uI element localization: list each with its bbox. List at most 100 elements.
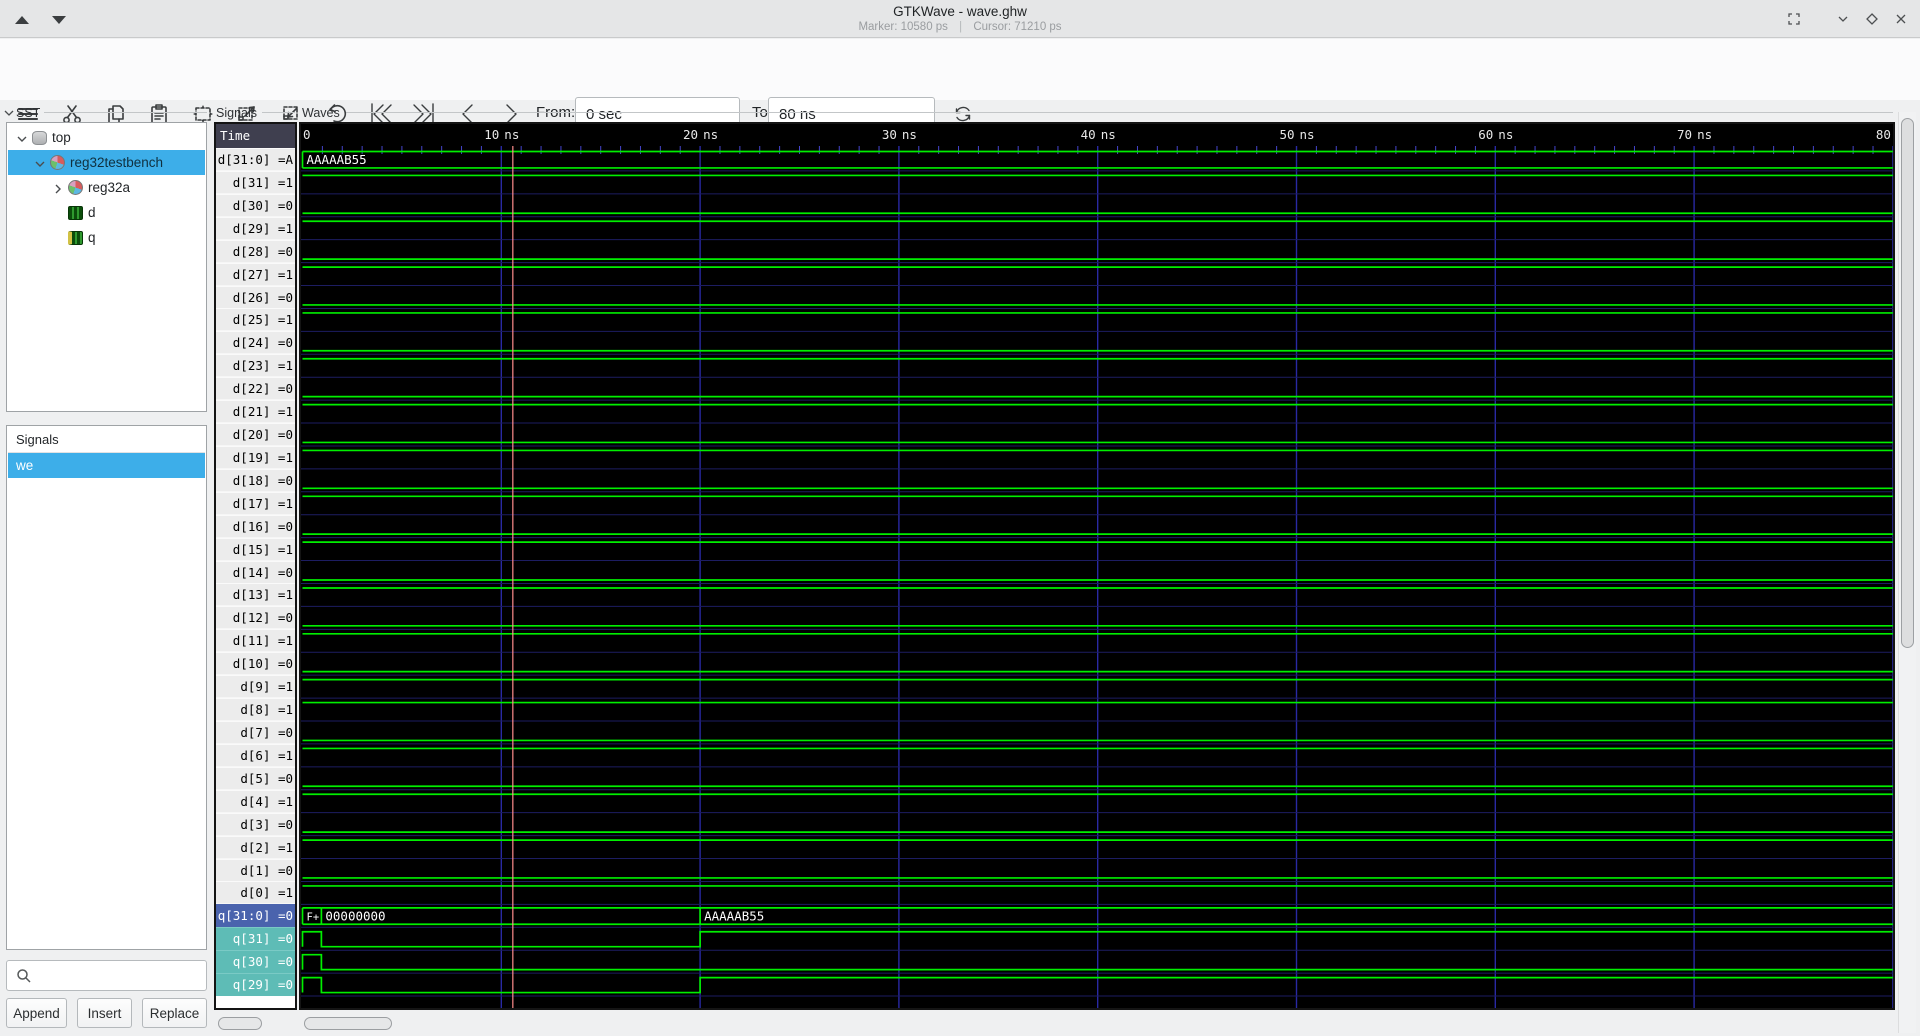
expander-spacer (52, 232, 64, 244)
tree-item-top[interactable]: top (8, 125, 205, 150)
signal-label-row-d[19][interactable]: d[19] =1 (216, 445, 295, 469)
signal-list-item-we[interactable]: we (8, 453, 205, 478)
gtkwave-window: { "window": { "title": "GTKWave - wave.g… (0, 0, 1920, 1036)
tree-item-label: d (88, 205, 96, 220)
expander-right-icon[interactable] (52, 182, 64, 194)
signal-label-row-d[9][interactable]: d[9] =1 (216, 675, 295, 699)
sst-frame-label: SST (16, 106, 41, 120)
keep-above-button[interactable] (1785, 10, 1803, 28)
signal-label-row-d[13][interactable]: d[13] =1 (216, 583, 295, 607)
cylinder-icon (32, 130, 47, 145)
timeline-unit-50: ns (1300, 127, 1315, 142)
sphere-icon (68, 180, 83, 195)
time-column-header: Time (216, 124, 295, 148)
tree-item-d[interactable]: d (8, 200, 205, 225)
signal-label-row-d[4][interactable]: d[4] =1 (216, 789, 295, 813)
wave-vscrollbar-track[interactable] (1898, 112, 1916, 1033)
signal-label-row-d[21][interactable]: d[21] =1 (216, 400, 295, 424)
signal-d-icon (68, 205, 83, 220)
signal-label-row-d[23][interactable]: d[23] =1 (216, 354, 295, 378)
diamond-icon (1866, 13, 1878, 25)
bus-value-text: 00000000 (325, 908, 385, 923)
close-button[interactable] (1892, 10, 1910, 28)
timeline-label-50: 50 (1279, 127, 1294, 142)
signal-label-row-d[31][interactable]: d[31] =1 (216, 170, 295, 194)
signal-label-row-q[30][interactable]: q[30] =0 (216, 950, 295, 974)
signal-label-row-q[31:0][interactable]: q[31:0] =0 (216, 904, 295, 928)
sst-tree-panel: top reg32testbench reg32a d q (6, 122, 207, 412)
timeline-label-60: 60 (1478, 127, 1493, 142)
signal-label-row-d[17][interactable]: d[17] =1 (216, 491, 295, 515)
signal-label-row-q[31][interactable]: q[31] =0 (216, 927, 295, 951)
tree-item-reg32testbench[interactable]: reg32testbench (8, 150, 205, 175)
signal-label-row-d[22][interactable]: d[22] =0 (216, 377, 295, 401)
signal-label-row-d[28][interactable]: d[28] =0 (216, 239, 295, 263)
signal-label-row-d[24][interactable]: d[24] =0 (216, 331, 295, 355)
replace-button[interactable]: Replace (142, 998, 207, 1028)
wave-canvas[interactable]: 010ns20ns30ns40ns50ns60ns70ns80nsAAAAAB5… (301, 124, 1893, 1008)
expander-down-icon[interactable] (16, 132, 28, 144)
signal-label-row-d[26][interactable]: d[26] =0 (216, 285, 295, 309)
signal-label-row-d[15][interactable]: d[15] =1 (216, 537, 295, 561)
timeline-label-70: 70 (1677, 127, 1692, 142)
signal-label-row-d[3][interactable]: d[3] =0 (216, 812, 295, 836)
signal-label-row-d[0][interactable]: d[0] =1 (216, 881, 295, 905)
timeline-origin-label: 0 (303, 127, 311, 142)
tree-item-reg32a[interactable]: reg32a (8, 175, 205, 200)
signals-frame-label: Signals (216, 106, 257, 120)
append-button[interactable]: Append (6, 998, 67, 1028)
timeline-unit-60: ns (1498, 127, 1513, 142)
signal-label-row-d[8][interactable]: d[8] =1 (216, 698, 295, 722)
signal-label-row-q[29][interactable]: q[29] =0 (216, 973, 295, 997)
sst-collapse-icon[interactable] (3, 108, 15, 118)
signal-label-row-d[18][interactable]: d[18] =0 (216, 468, 295, 492)
search-input[interactable] (37, 962, 202, 989)
wave-panel: 010ns20ns30ns40ns50ns60ns70ns80nsAAAAAB5… (299, 122, 1895, 1010)
signal-label-row-d[30][interactable]: d[30] =0 (216, 193, 295, 217)
cursor-readout: Cursor: 71210 ps (973, 21, 1062, 33)
signal-column-hscrollbar[interactable] (218, 1017, 262, 1030)
insert-button[interactable]: Insert (77, 998, 132, 1028)
signal-label-row-d[20][interactable]: d[20] =0 (216, 423, 295, 447)
signal-q-icon (68, 230, 83, 245)
signals-frame-line (262, 112, 295, 113)
signal-label-row-d[7][interactable]: d[7] =0 (216, 721, 295, 744)
signal-label-row-d[1][interactable]: d[1] =0 (216, 858, 295, 882)
wave-vscrollbar-thumb[interactable] (1901, 118, 1914, 648)
toolbar: From: To: (0, 39, 1920, 131)
signal-label-row-d[31:0][interactable]: d[31:0] =A (216, 148, 295, 171)
timeline-unit-20: ns (703, 127, 718, 142)
sphere-icon (50, 155, 65, 170)
search-icon (17, 969, 31, 983)
signal-label-row-d[6][interactable]: d[6] =1 (216, 743, 295, 767)
titlebar[interactable]: GTKWave - wave.ghw Marker: 10580 ps | Cu… (0, 0, 1920, 38)
signal-label-row-d[25][interactable]: d[25] =1 (216, 308, 295, 332)
minimize-button[interactable] (1834, 10, 1852, 28)
bus-value-text: AAAAAB55 (307, 152, 367, 167)
signal-label-row-d[10][interactable]: d[10] =0 (216, 652, 295, 676)
signal-label-row-d[29][interactable]: d[29] =1 (216, 216, 295, 240)
signal-label-row-d[2][interactable]: d[2] =1 (216, 835, 295, 859)
tree-item-label: reg32a (88, 180, 131, 195)
signal-label-row-d[16][interactable]: d[16] =0 (216, 514, 295, 538)
signal-search-box (6, 960, 207, 991)
signal-label-row-d[11][interactable]: d[11] =1 (216, 629, 295, 653)
timeline-label-10: 10 (484, 127, 499, 142)
tree-item-q[interactable]: q (8, 225, 205, 250)
signal-label-row-d[5][interactable]: d[5] =0 (216, 766, 295, 790)
expander-down-icon[interactable] (34, 157, 46, 169)
signal-label-row-d[12][interactable]: d[12] =0 (216, 606, 295, 630)
signal-label-row-d[27][interactable]: d[27] =1 (216, 262, 295, 286)
subtitle-separator: | (959, 21, 963, 33)
wave-hscrollbar[interactable] (304, 1017, 392, 1030)
bus-value-text: F+ (307, 911, 320, 923)
close-icon (1896, 14, 1906, 24)
timeline-unit-10: ns (504, 127, 519, 142)
chevron-down-icon (1838, 16, 1848, 22)
timeline-label-40: 40 (1081, 127, 1096, 142)
timeline-unit-30: ns (902, 127, 917, 142)
maximize-button[interactable] (1863, 10, 1881, 28)
signal-label-row-d[14][interactable]: d[14] =0 (216, 560, 295, 584)
window-subtitle: Marker: 10580 ps | Cursor: 71210 ps (0, 21, 1920, 33)
waves-frame-line (346, 112, 1893, 113)
